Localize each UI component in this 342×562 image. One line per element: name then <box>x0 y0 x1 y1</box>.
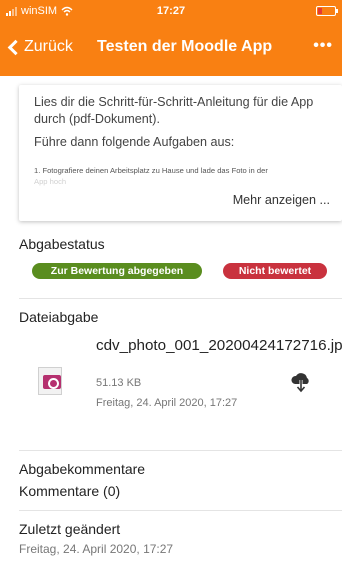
file-name[interactable]: cdv_photo_001_20200424172716.jpg <box>96 337 342 355</box>
image-file-icon[interactable] <box>38 367 63 395</box>
status-badge-not-graded: Nicht bewertet <box>223 263 327 279</box>
comments-count-link[interactable]: Kommentare (0) <box>19 483 120 499</box>
cloud-download-icon[interactable] <box>290 371 312 393</box>
more-icon[interactable]: ••• <box>313 37 333 55</box>
file-date: Freitag, 24. April 2020, 17:27 <box>96 397 238 409</box>
file-submission-label: Dateiabgabe <box>19 309 99 325</box>
divider <box>19 510 342 511</box>
show-more-link[interactable]: Mehr anzeigen ... <box>233 193 330 207</box>
back-chevron-icon <box>7 39 24 55</box>
nav-bar: Zurück Testen der Moodle App ••• <box>0 32 342 66</box>
comments-label: Abgabekommentare <box>19 461 146 477</box>
submission-status-label: Abgabestatus <box>19 236 105 252</box>
status-badge-submitted: Zur Bewertung abgegeben <box>32 263 202 279</box>
divider <box>19 298 342 299</box>
app-header: winSIM 17:27 Zurück Testen der Moodle Ap… <box>0 0 342 76</box>
status-time: 17:27 <box>156 5 186 17</box>
assignment-intro-card: Lies dir die Schritt-für-Schritt-Anleitu… <box>19 85 342 221</box>
last-modified-value: Freitag, 24. April 2020, 17:27 <box>19 542 174 556</box>
battery-icon <box>316 6 338 16</box>
status-bar: winSIM 17:27 <box>0 0 342 22</box>
file-size: 51.13 KB <box>96 377 142 389</box>
intro-text-4: App hoch <box>34 177 67 186</box>
back-button[interactable]: Zurück <box>7 38 73 56</box>
page-title: Testen der Moodle App <box>97 38 273 55</box>
back-label: Zurück <box>24 38 73 55</box>
last-modified-label: Zuletzt geändert <box>19 521 121 537</box>
divider <box>19 450 342 451</box>
intro-text-1: Lies dir die Schritt-für-Schritt-Anleitu… <box>34 95 314 126</box>
intro-text-3: 1. Fotografiere deinen Arbeitsplatz zu H… <box>34 166 268 175</box>
intro-text-2: Führe dann folgende Aufgaben aus: <box>34 135 235 149</box>
